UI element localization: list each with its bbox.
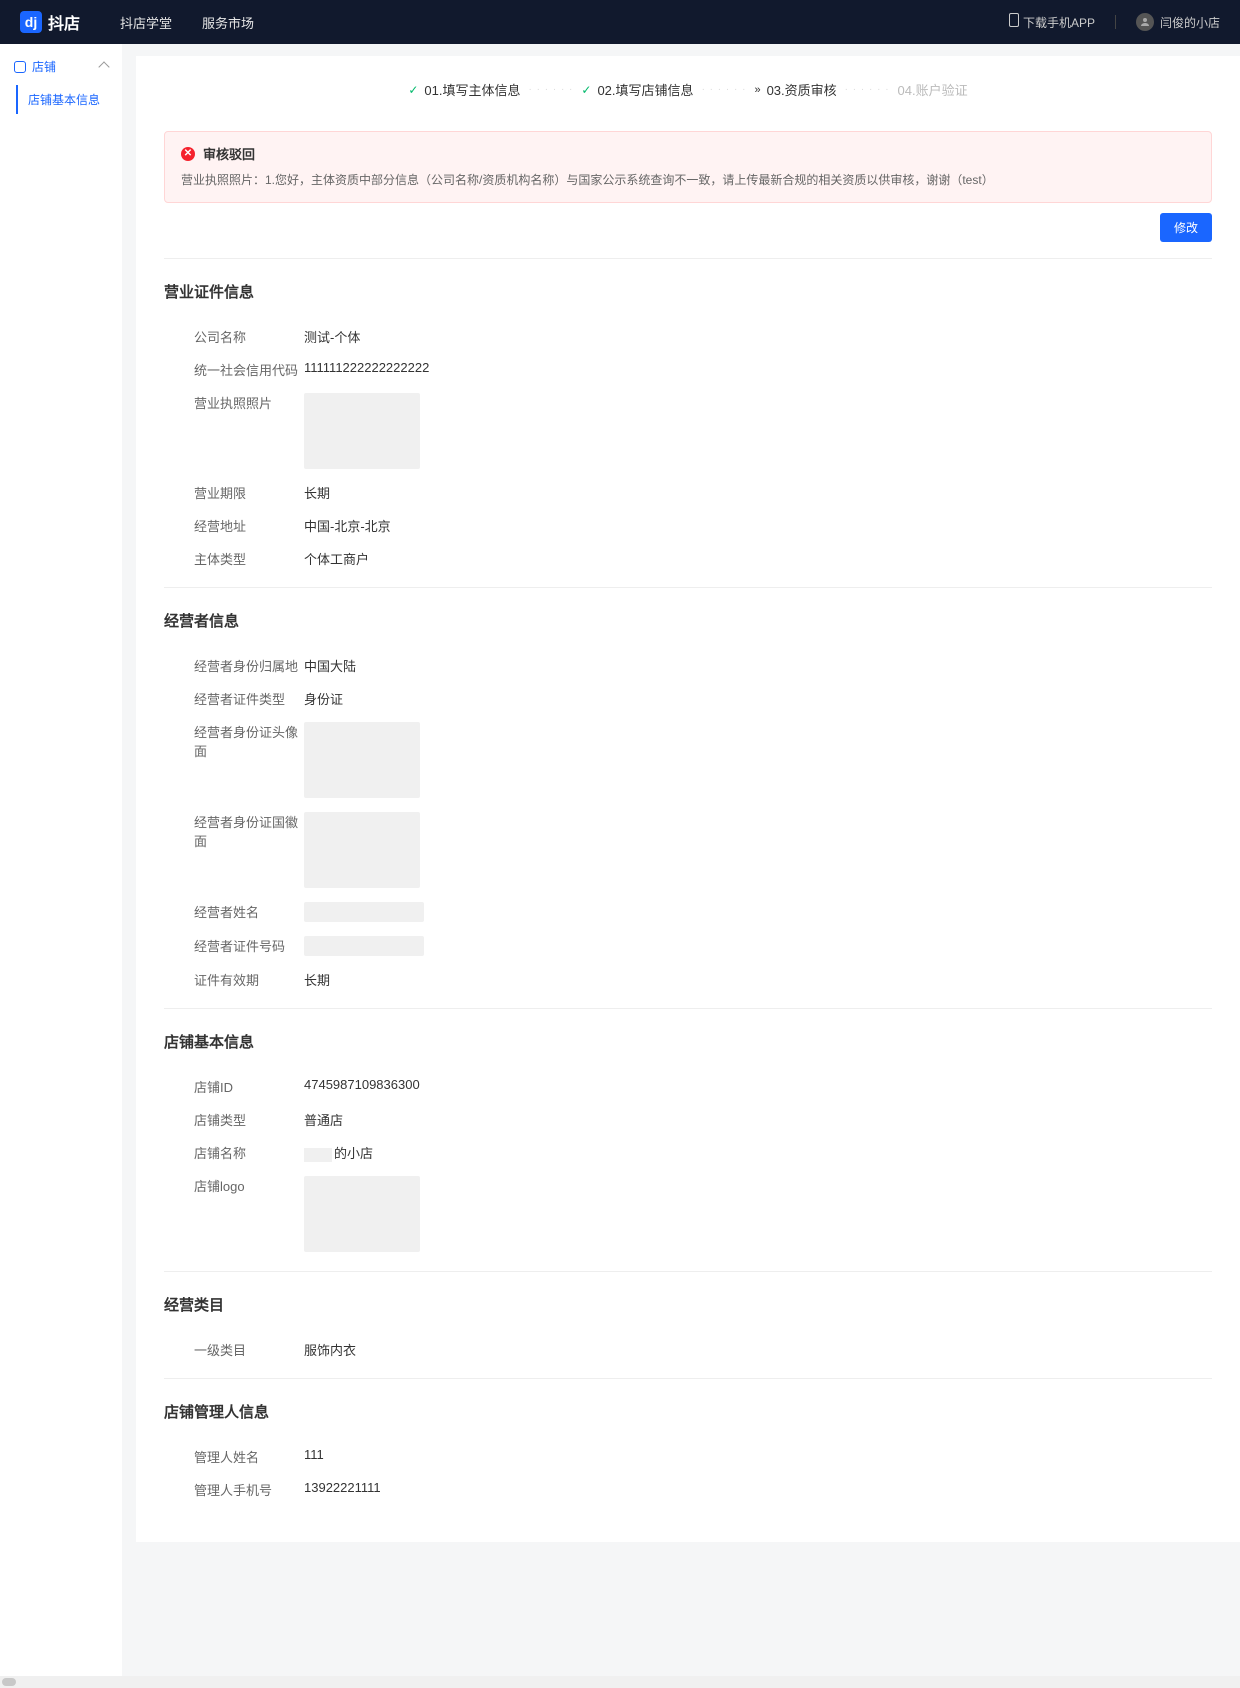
rejection-alert: ✕ 审核驳回 营业执照照片：1.您好，主体资质中部分信息（公司名称/资质机构名称… [164, 131, 1212, 203]
shop-type: 普通店 [304, 1110, 343, 1129]
category-level-1: 服饰内衣 [304, 1340, 356, 1359]
shop-logo[interactable] [304, 1176, 420, 1252]
step-2: ✓02.填写店铺信息 [581, 80, 693, 99]
section-operator-title: 经营者信息 [164, 610, 1212, 631]
nav-academy[interactable]: 抖店学堂 [120, 13, 172, 32]
section-category-title: 经营类目 [164, 1294, 1212, 1315]
shop-id: 4745987109836300 [304, 1077, 420, 1092]
logo-icon: dj [20, 11, 42, 33]
username: 闫俊的小店 [1160, 14, 1220, 31]
business-address: 中国-北京-北京 [304, 516, 391, 535]
company-name: 测试-个体 [304, 327, 360, 346]
chevron-up-icon [98, 61, 109, 72]
horizontal-scrollbar[interactable] [0, 1676, 1240, 1688]
shop-name: 的小店 [304, 1143, 373, 1162]
uscc: 111111222222222222 [304, 360, 429, 375]
divider [1115, 15, 1116, 29]
user-menu[interactable]: 闫俊的小店 [1136, 13, 1220, 31]
top-header: dj 抖店 抖店学堂 服务市场 下载手机APP 闫俊的小店 [0, 0, 1240, 44]
step-1: ✓01.填写主体信息 [408, 80, 520, 99]
section-shop-title: 店铺基本信息 [164, 1031, 1212, 1052]
arrows-icon: » [754, 84, 760, 96]
avatar [1136, 13, 1154, 31]
check-icon: ✓ [408, 83, 418, 97]
logo[interactable]: dj 抖店 [20, 10, 80, 34]
business-period: 长期 [304, 483, 330, 502]
nav-market[interactable]: 服务市场 [202, 13, 254, 32]
id-back-photo[interactable] [304, 812, 420, 888]
operator-idnum-masked [304, 936, 424, 956]
subject-type: 个体工商户 [304, 549, 369, 568]
header-right: 下载手机APP 闫俊的小店 [1009, 13, 1220, 31]
operator-name-masked [304, 902, 424, 922]
alert-body: 营业执照照片：1.您好，主体资质中部分信息（公司名称/资质机构名称）与国家公示系… [181, 171, 1195, 190]
operator-id-type: 身份证 [304, 689, 343, 708]
sidebar: 店铺 店铺基本信息 [0, 44, 122, 1688]
manager-name: 111 [304, 1447, 324, 1462]
masked-prefix [304, 1148, 332, 1162]
error-icon: ✕ [181, 147, 195, 161]
license-photo[interactable] [304, 393, 420, 469]
step-4: 04.账户验证 [898, 80, 968, 99]
id-validity: 长期 [304, 970, 330, 989]
top-nav: 抖店学堂 服务市场 [120, 13, 254, 32]
download-app-link[interactable]: 下载手机APP [1009, 13, 1095, 31]
section-manager-title: 店铺管理人信息 [164, 1401, 1212, 1422]
main-content: ✓01.填写主体信息 · · · · · · ✓02.填写店铺信息 · · · … [122, 44, 1240, 1688]
alert-title: 审核驳回 [203, 144, 255, 163]
modify-button[interactable]: 修改 [1160, 213, 1212, 242]
sidebar-item-shop-basic[interactable]: 店铺基本信息 [16, 85, 112, 114]
logo-text: 抖店 [48, 10, 80, 34]
check-icon: ✓ [581, 83, 591, 97]
operator-region: 中国大陆 [304, 656, 356, 675]
manager-phone: 13922221111 [304, 1480, 381, 1495]
sidebar-group-shop[interactable]: 店铺 [10, 52, 112, 81]
progress-steps: ✓01.填写主体信息 · · · · · · ✓02.填写店铺信息 · · · … [136, 80, 1240, 119]
shop-icon [14, 61, 26, 73]
phone-icon [1009, 13, 1019, 27]
id-front-photo[interactable] [304, 722, 420, 798]
section-license-title: 营业证件信息 [164, 281, 1212, 302]
step-3: »03.资质审核 [754, 80, 836, 99]
scrollbar-thumb[interactable] [2, 1678, 16, 1686]
